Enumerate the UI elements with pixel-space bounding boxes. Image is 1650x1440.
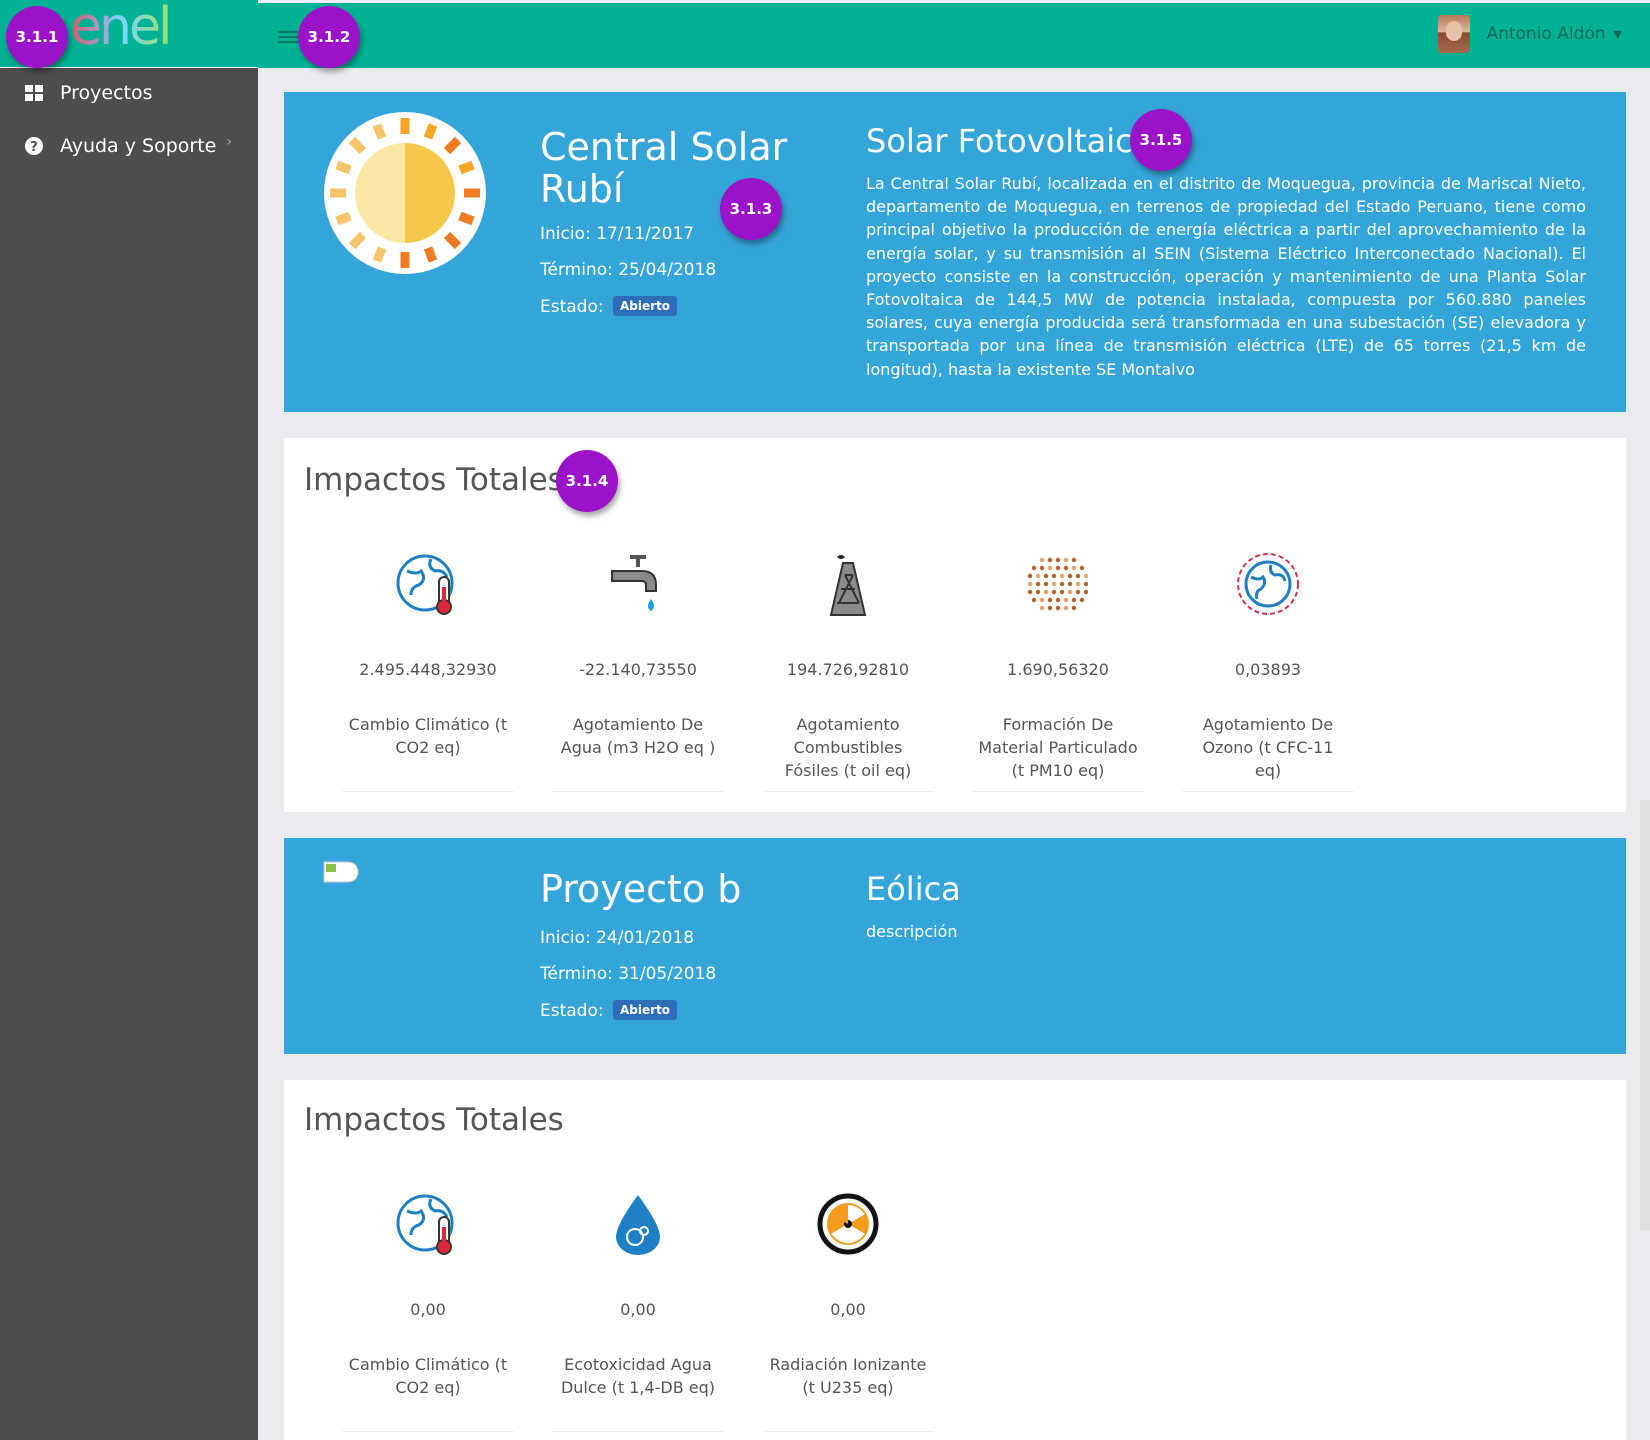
impacts-panel: Impactos Totales 0,00 Cambio Climático (… (284, 1080, 1626, 1440)
impact-value: 0,00 (830, 1300, 866, 1319)
menu-toggle-icon[interactable] (278, 31, 298, 45)
project-description: descripción (866, 922, 958, 941)
sidebar-item-ayuda[interactable]: ? Ayuda y Soporte › (0, 124, 258, 168)
impact-label: Agotamiento De Ozono (t CFC-11 eq) (1202, 715, 1334, 780)
water-drop-bacteria-icon (552, 1188, 724, 1260)
user-name: Antonio Aldón (1486, 24, 1606, 44)
particulate-dots-icon (972, 548, 1144, 620)
impact-card: 0,00 Ecotoxicidad Agua Dulce (t 1,4-DB e… (552, 1188, 724, 1432)
impact-label: Cambio Climático (t CO2 eq) (348, 1355, 508, 1397)
globe-thermometer-icon (342, 548, 514, 620)
project-end: Término: 25/04/2018 (540, 260, 717, 280)
status-label: Estado: (540, 1001, 604, 1021)
callout-marker: 3.1.2 (298, 6, 360, 68)
radiation-icon (762, 1188, 934, 1260)
project-status: Estado: Abierto (540, 296, 678, 317)
impact-label: Radiación Ionizante (t U235 eq) (769, 1355, 927, 1397)
sidebar: enel Proyectos ? Ayuda y Soporte › (0, 0, 258, 1440)
water-tap-icon (552, 548, 724, 620)
impact-label: Agotamiento Combustibles Fósiles (t oil … (784, 715, 912, 780)
status-badge: Abierto (613, 296, 678, 316)
avatar (1438, 15, 1471, 53)
impact-value: 2.495.448,32930 (359, 660, 497, 679)
project-status: Estado: Abierto (540, 1000, 678, 1021)
project-start: Inicio: 24/01/2018 (540, 928, 695, 948)
impact-label: Formación De Material Particulado (t PM1… (978, 715, 1138, 780)
sidebar-item-proyectos[interactable]: Proyectos (0, 71, 258, 115)
project-description: La Central Solar Rubí, localizada en el … (866, 174, 1586, 379)
ozone-globe-icon (1182, 548, 1354, 620)
impact-value: -22.140,73550 (579, 660, 697, 679)
broken-image-icon (322, 860, 360, 888)
status-badge: Abierto (613, 1000, 678, 1020)
help-circle-icon: ? (24, 136, 44, 156)
sidebar-item-label: Ayuda y Soporte (60, 135, 217, 157)
project-banner: Central Solar Rubí Inicio: 17/11/2017 Té… (284, 92, 1626, 412)
impact-value: 0,00 (620, 1300, 656, 1319)
caret-down-icon: ▼ (1613, 27, 1622, 41)
svg-text:enel: enel (70, 4, 169, 52)
panel-title: Impactos Totales (304, 462, 564, 498)
impact-card: 1.690,56320 Formación De Material Partic… (972, 548, 1144, 792)
impact-value: 194.726,92810 (786, 660, 910, 679)
oil-derrick-icon (762, 548, 934, 620)
callout-marker: 3.1.3 (720, 178, 782, 240)
sun-icon (322, 110, 488, 280)
callout-marker: 3.1.5 (1130, 109, 1192, 171)
impacts-panel: Impactos Totales 2.495.448,32930 Cambio … (284, 438, 1626, 812)
project-type: Solar Fotovoltaica (866, 122, 1153, 160)
project-start: Inicio: 17/11/2017 (540, 224, 695, 244)
project-type: Eólica (866, 870, 961, 908)
status-label: Estado: (540, 297, 604, 317)
topbar: Antonio Aldón ▼ (258, 0, 1650, 68)
impact-label: Ecotoxicidad Agua Dulce (t 1,4-DB eq) (560, 1355, 716, 1397)
scrollbar[interactable] (1640, 800, 1650, 1230)
project-title: Proyecto b (540, 867, 742, 911)
panel-title: Impactos Totales (304, 1102, 564, 1138)
enel-logo-mark: enel (70, 0, 172, 57)
sidebar-item-label: Proyectos (60, 82, 153, 104)
impact-card: -22.140,73550 Agotamiento De Agua (m3 H2… (552, 548, 724, 792)
globe-thermometer-icon (342, 1188, 514, 1260)
impact-value: 1.690,56320 (1007, 660, 1109, 679)
user-menu[interactable]: Antonio Aldón ▼ (1438, 15, 1622, 53)
impact-value: 0,03893 (1234, 660, 1302, 679)
impact-label: Agotamiento De Agua (m3 H2O eq ) (560, 715, 716, 757)
callout-marker: 3.1.4 (556, 450, 618, 512)
impact-card: 0,03893 Agotamiento De Ozono (t CFC-11 e… (1182, 548, 1354, 792)
callout-marker: 3.1.1 (6, 6, 68, 68)
project-end: Término: 31/05/2018 (540, 964, 717, 984)
impact-label: Cambio Climático (t CO2 eq) (348, 715, 508, 757)
chevron-right-icon: › (226, 134, 232, 150)
grid-icon (24, 83, 44, 103)
project-banner: Proyecto b Inicio: 24/01/2018 Término: 3… (284, 838, 1626, 1054)
enel-logo[interactable]: enel (70, 0, 200, 65)
impact-card: 0,00 Radiación Ionizante (t U235 eq) (762, 1188, 934, 1432)
impact-card: 194.726,92810 Agotamiento Combustibles F… (762, 548, 934, 792)
svg-text:?: ? (30, 140, 38, 155)
impact-card: 2.495.448,32930 Cambio Climático (t CO2 … (342, 548, 514, 792)
impact-card: 0,00 Cambio Climático (t CO2 eq) (342, 1188, 514, 1432)
impact-value: 0,00 (410, 1300, 446, 1319)
